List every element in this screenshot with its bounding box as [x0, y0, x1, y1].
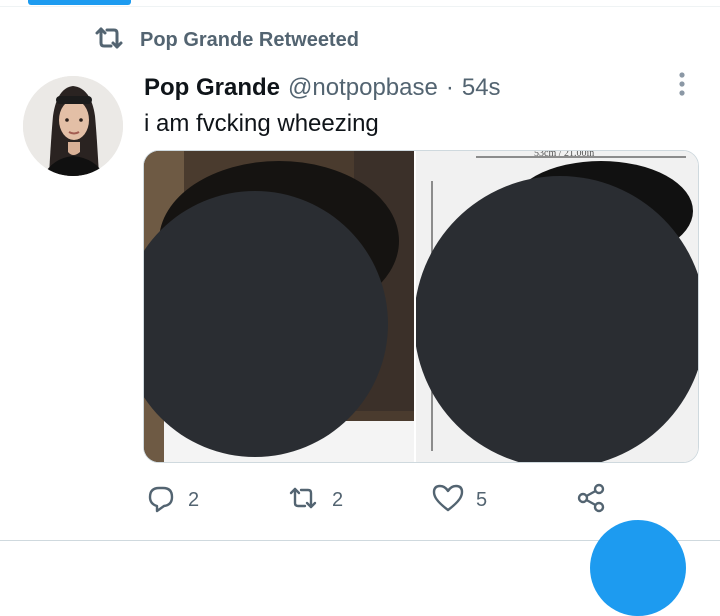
more-options-button[interactable]	[666, 70, 698, 102]
like-count: 5	[476, 488, 488, 511]
retweet-context[interactable]: Pop Grande Retweeted	[92, 26, 359, 54]
media-image-left[interactable]	[144, 151, 414, 462]
reply-count: 2	[188, 488, 200, 511]
reply-icon	[146, 483, 176, 518]
like-button[interactable]: 5	[432, 480, 487, 520]
censor-circle-right	[416, 176, 698, 462]
user-handle[interactable]: @notpopbase	[288, 74, 438, 102]
top-divider	[0, 6, 720, 7]
heart-icon	[432, 483, 464, 518]
tweet-text: i am fvcking wheezing	[144, 110, 379, 137]
share-button[interactable]	[576, 480, 608, 520]
retweet-count: 2	[332, 488, 344, 511]
retweet-button[interactable]: 2	[286, 480, 343, 520]
active-tab-indicator	[28, 0, 131, 5]
tweet-header: Pop Grande @notpopbase · 54s	[144, 74, 501, 104]
display-name[interactable]: Pop Grande	[144, 74, 280, 102]
retweet-icon	[286, 484, 320, 517]
avatar[interactable]	[23, 76, 123, 176]
tweet-actions: 2 2 5	[146, 480, 626, 520]
media-grid: 53cm / 21.00in	[143, 150, 699, 463]
media-image-right[interactable]: 53cm / 21.00in	[416, 151, 698, 462]
retweet-icon	[92, 25, 126, 56]
header-separator: ·	[445, 74, 454, 101]
compose-tweet-button[interactable]	[590, 520, 686, 616]
reply-button[interactable]: 2	[146, 480, 199, 520]
tweet-timestamp[interactable]: 54s	[462, 74, 501, 102]
retweet-label[interactable]: Pop Grande Retweeted	[140, 29, 359, 52]
image-caption: 53cm / 21.00in	[534, 151, 595, 159]
share-icon	[576, 482, 608, 519]
more-dots-icon	[678, 71, 686, 102]
